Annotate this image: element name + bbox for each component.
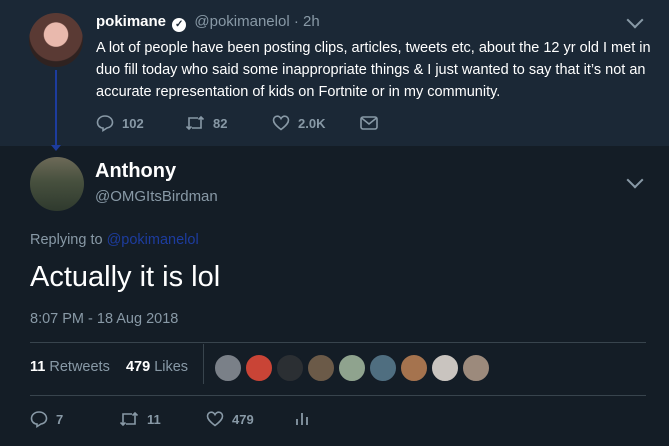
avatar[interactable] bbox=[400, 354, 428, 382]
tweet-timestamp[interactable]: 2h bbox=[303, 13, 320, 30]
like-button[interactable]: 479 bbox=[206, 410, 254, 428]
likes-stat-link[interactable]: 479 Likes bbox=[126, 359, 188, 375]
heart-icon bbox=[272, 115, 290, 131]
author-handle[interactable]: @OMGItsBirdman bbox=[95, 188, 218, 205]
replying-to: Replying to @pokimanelol bbox=[30, 232, 199, 248]
divider bbox=[30, 395, 646, 396]
retweets-stat-link[interactable]: 11 Retweets bbox=[30, 359, 110, 375]
author-name[interactable]: pokimane bbox=[96, 13, 166, 30]
like-button[interactable]: 2.0K bbox=[272, 114, 325, 132]
analytics-button[interactable] bbox=[293, 410, 319, 428]
retweets-label: Retweets bbox=[49, 359, 110, 375]
author-handle[interactable]: @pokimanelol bbox=[194, 13, 289, 30]
envelope-icon bbox=[360, 116, 378, 130]
separator-dot: · bbox=[293, 13, 299, 30]
tweet-stats: 11 Retweets 479 Likes bbox=[30, 359, 188, 375]
thread-connector-line bbox=[55, 70, 57, 150]
likes-count: 479 bbox=[125, 359, 151, 375]
reply-count: 7 bbox=[56, 412, 64, 427]
verified-badge-icon: ✓ bbox=[172, 18, 187, 32]
avatar[interactable] bbox=[245, 354, 273, 382]
retweet-icon bbox=[185, 115, 205, 131]
replying-label: Replying to bbox=[30, 232, 103, 248]
avatar[interactable] bbox=[462, 354, 490, 382]
direct-message-button[interactable] bbox=[359, 114, 387, 132]
reply-button[interactable]: 7 bbox=[30, 410, 63, 428]
tweet-text: A lot of people have been posting clips,… bbox=[96, 40, 651, 100]
author-name[interactable]: Anthony bbox=[95, 160, 176, 183]
retweet-count: 82 bbox=[213, 116, 228, 131]
like-count: 2.0K bbox=[298, 116, 326, 131]
tweet-text: Actually it is lol bbox=[30, 261, 221, 293]
reply-icon bbox=[96, 115, 114, 132]
retweet-button[interactable]: 11 bbox=[119, 410, 161, 428]
stats-separator bbox=[203, 344, 204, 384]
avatar[interactable] bbox=[30, 157, 84, 211]
thread-arrow-icon bbox=[51, 145, 61, 151]
analytics-icon bbox=[296, 413, 308, 425]
avatar[interactable] bbox=[29, 13, 83, 67]
avatar[interactable] bbox=[338, 354, 366, 382]
avatar[interactable] bbox=[276, 354, 304, 382]
reply-count: 102 bbox=[122, 116, 144, 131]
avatar[interactable] bbox=[214, 354, 242, 382]
reply-icon bbox=[30, 411, 48, 428]
retweet-icon bbox=[119, 411, 139, 427]
divider bbox=[30, 342, 646, 343]
avatar[interactable] bbox=[307, 354, 335, 382]
retweet-count: 11 bbox=[147, 412, 161, 427]
heart-icon bbox=[206, 411, 224, 427]
parent-tweet-header: pokimane ✓ @pokimanelol · 2h bbox=[96, 13, 320, 32]
likes-label: Likes bbox=[154, 359, 189, 375]
tweet-datetime[interactable]: 8:07 PM - 18 Aug 2018 bbox=[30, 311, 178, 327]
like-count: 479 bbox=[232, 412, 254, 427]
avatar[interactable] bbox=[369, 354, 397, 382]
replying-mention-link[interactable]: @pokimanelol bbox=[107, 232, 199, 248]
reply-button[interactable]: 102 bbox=[96, 114, 144, 132]
retweets-count: 11 bbox=[30, 359, 46, 375]
retweet-button[interactable]: 82 bbox=[185, 114, 227, 132]
avatar[interactable] bbox=[431, 354, 459, 382]
